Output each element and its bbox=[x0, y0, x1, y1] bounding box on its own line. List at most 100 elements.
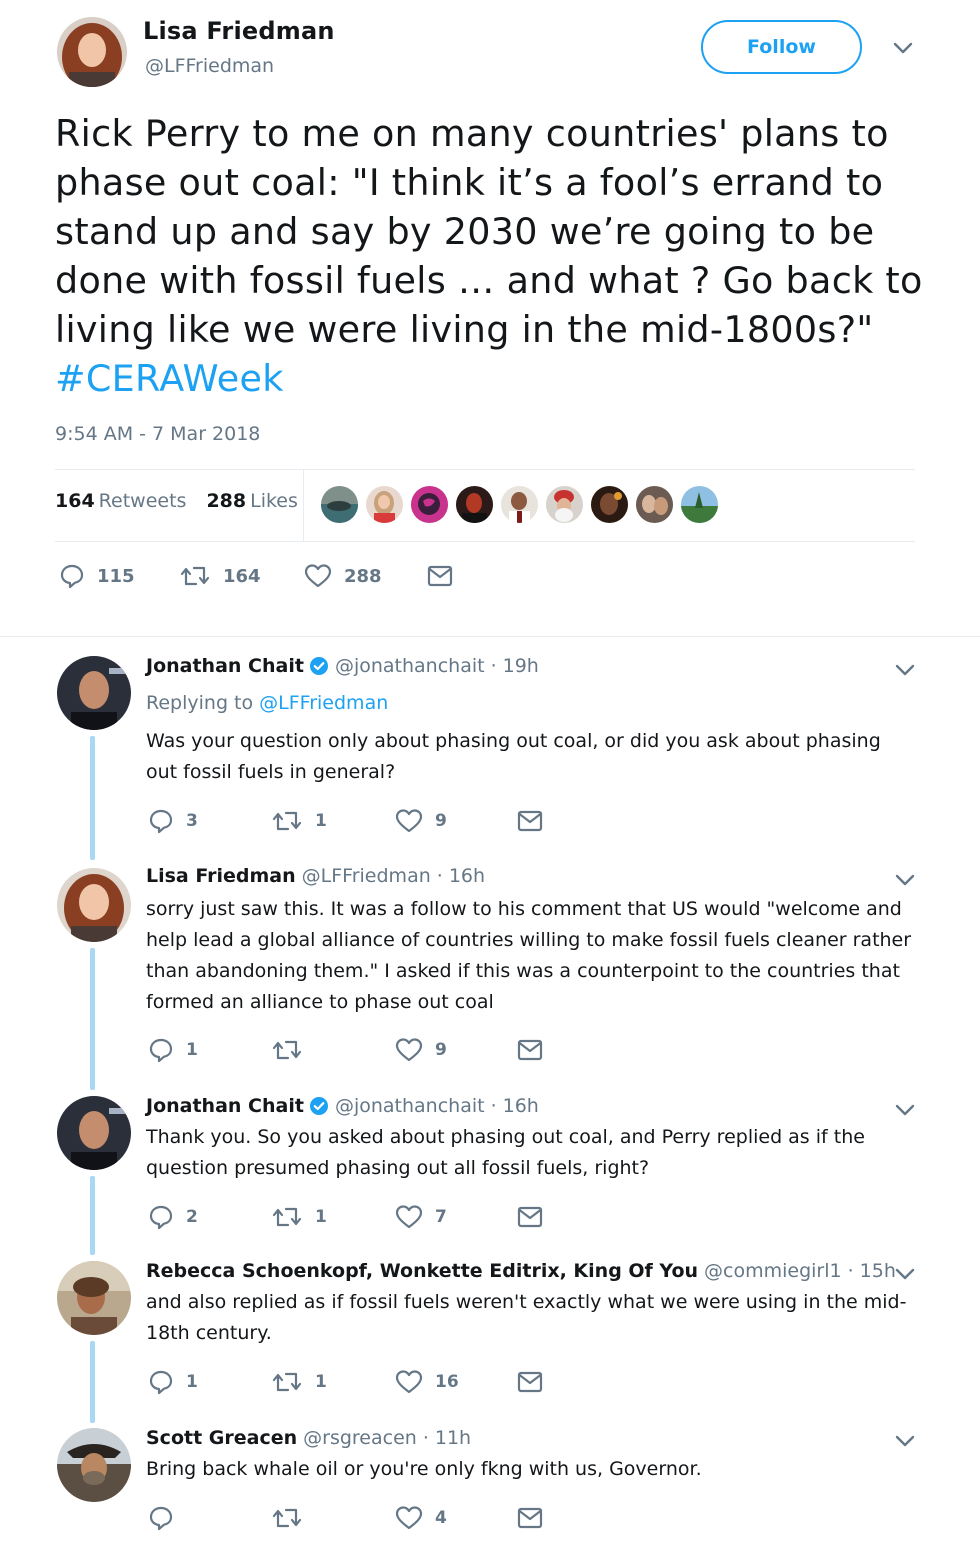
envelope-icon[interactable] bbox=[517, 1038, 543, 1062]
liker-avatar[interactable] bbox=[366, 486, 403, 523]
reply-author-handle[interactable]: @jonathanchait bbox=[335, 655, 485, 677]
likes-stat[interactable]: 288 Likes bbox=[206, 490, 297, 512]
retweet-count: 1 bbox=[315, 1207, 327, 1227]
liker-avatar[interactable] bbox=[636, 486, 673, 523]
reply-header: Jonathan Chait @jonathanchait · 19h bbox=[146, 655, 539, 677]
chevron-down-icon[interactable] bbox=[895, 1267, 915, 1281]
divider bbox=[303, 470, 304, 542]
tweet-stats: 164 Retweets 288 Likes bbox=[55, 490, 298, 512]
like-count: 16 bbox=[435, 1372, 459, 1392]
author-avatar[interactable] bbox=[57, 17, 127, 87]
reply-time[interactable]: 15h bbox=[860, 1260, 896, 1282]
reply-time[interactable]: 19h bbox=[503, 655, 539, 677]
like-button[interactable]: 4 bbox=[395, 1505, 517, 1531]
author-name[interactable]: Lisa Friedman bbox=[143, 17, 335, 45]
reply-header: Rebecca Schoenkopf, Wonkette Editrix, Ki… bbox=[146, 1260, 896, 1282]
reply-author-handle[interactable]: @jonathanchait bbox=[335, 1095, 485, 1117]
chevron-down-icon[interactable] bbox=[895, 663, 915, 677]
reply-icon bbox=[148, 1369, 174, 1395]
heart-icon bbox=[395, 1369, 423, 1395]
hashtag-link[interactable]: #CERAWeek bbox=[55, 357, 284, 400]
reply-time[interactable]: 11h bbox=[435, 1427, 471, 1449]
like-count: 4 bbox=[435, 1508, 447, 1528]
replying-to-link[interactable]: @LFFriedman bbox=[259, 692, 388, 714]
reply-author-name[interactable]: Lisa Friedman bbox=[146, 865, 296, 887]
liker-avatar[interactable] bbox=[456, 486, 493, 523]
reply-button[interactable]: 1 bbox=[148, 1369, 271, 1395]
chevron-down-icon[interactable] bbox=[895, 873, 915, 887]
envelope-icon[interactable] bbox=[517, 809, 543, 833]
envelope-icon[interactable] bbox=[517, 1205, 543, 1229]
reply-author-avatar[interactable] bbox=[57, 868, 131, 942]
reply-author-name[interactable]: Jonathan Chait bbox=[146, 655, 304, 677]
liker-avatar[interactable] bbox=[501, 486, 538, 523]
reply-button[interactable] bbox=[148, 1505, 271, 1531]
reply-tweet[interactable]: Jonathan Chait @jonathanchait · 16h Than… bbox=[0, 1090, 980, 1255]
like-count: 288 bbox=[344, 565, 382, 587]
author-handle[interactable]: @LFFriedman bbox=[145, 55, 274, 77]
reply-button[interactable]: 2 bbox=[148, 1204, 271, 1230]
reply-button[interactable]: 115 bbox=[59, 563, 179, 589]
reply-author-avatar[interactable] bbox=[57, 1261, 131, 1335]
reply-author-name[interactable]: Jonathan Chait bbox=[146, 1095, 304, 1117]
reply-author-name[interactable]: Rebecca Schoenkopf, Wonkette Editrix, Ki… bbox=[146, 1260, 698, 1282]
tweet-timestamp[interactable]: 9:54 AM - 7 Mar 2018 bbox=[55, 423, 260, 445]
tweet-actions: 115 164 288 bbox=[59, 563, 453, 589]
reply-count: 2 bbox=[186, 1207, 198, 1227]
retweet-button[interactable]: 164 bbox=[179, 563, 304, 589]
reply-button[interactable]: 3 bbox=[148, 808, 271, 834]
chevron-down-icon[interactable] bbox=[893, 41, 913, 55]
thread-line bbox=[90, 1341, 95, 1423]
liker-avatar[interactable] bbox=[546, 486, 583, 523]
reply-author-handle[interactable]: @LFFriedman bbox=[302, 865, 431, 887]
separator-dot: · bbox=[490, 655, 497, 677]
reply-time[interactable]: 16h bbox=[449, 865, 485, 887]
retweet-icon bbox=[271, 1204, 303, 1230]
liker-avatar[interactable] bbox=[681, 486, 718, 523]
envelope-icon[interactable] bbox=[517, 1370, 543, 1394]
retweet-button[interactable] bbox=[271, 1505, 395, 1531]
separator-dot: · bbox=[422, 1427, 429, 1449]
retweet-button[interactable]: 1 bbox=[271, 808, 395, 834]
reply-author-avatar[interactable] bbox=[57, 656, 131, 730]
liker-avatar[interactable] bbox=[411, 486, 448, 523]
retweet-icon bbox=[179, 563, 211, 589]
envelope-icon[interactable] bbox=[427, 564, 453, 588]
follow-button[interactable]: Follow bbox=[701, 20, 862, 74]
reply-tweet[interactable]: Scott Greacen @rsgreacen · 11h Bring bac… bbox=[0, 1423, 980, 1542]
like-button[interactable]: 9 bbox=[395, 1037, 517, 1063]
chevron-down-icon[interactable] bbox=[895, 1434, 915, 1448]
reply-author-name[interactable]: Scott Greacen bbox=[146, 1427, 297, 1449]
reply-author-avatar[interactable] bbox=[57, 1428, 131, 1502]
divider bbox=[55, 469, 915, 470]
envelope-icon[interactable] bbox=[517, 1506, 543, 1530]
reply-button[interactable]: 1 bbox=[148, 1037, 271, 1063]
chevron-down-icon[interactable] bbox=[895, 1103, 915, 1117]
like-button[interactable]: 7 bbox=[395, 1204, 517, 1230]
retweet-button[interactable]: 1 bbox=[271, 1369, 395, 1395]
reply-icon bbox=[148, 808, 174, 834]
like-button[interactable]: 288 bbox=[304, 563, 427, 589]
reply-author-handle[interactable]: @commiegirl1 bbox=[704, 1260, 842, 1282]
heart-icon bbox=[395, 1204, 423, 1230]
verified-badge-icon bbox=[309, 656, 329, 676]
reply-author-handle[interactable]: @rsgreacen bbox=[303, 1427, 417, 1449]
retweet-button[interactable]: 1 bbox=[271, 1204, 395, 1230]
like-button[interactable]: 16 bbox=[395, 1369, 517, 1395]
thread-line bbox=[90, 948, 95, 1090]
reply-actions: 1 1 16 bbox=[148, 1369, 543, 1395]
retweet-button[interactable] bbox=[271, 1037, 395, 1063]
reply-tweet[interactable]: Lisa Friedman @LFFriedman · 16h sorry ju… bbox=[0, 860, 980, 1090]
reply-author-avatar[interactable] bbox=[57, 1096, 131, 1170]
reply-tweet[interactable]: Jonathan Chait @jonathanchait · 19h Repl… bbox=[0, 650, 980, 860]
reply-tweet[interactable]: Rebecca Schoenkopf, Wonkette Editrix, Ki… bbox=[0, 1255, 980, 1423]
like-count: 9 bbox=[435, 1040, 447, 1060]
reply-icon bbox=[148, 1037, 174, 1063]
retweets-stat-label: Retweets bbox=[98, 490, 187, 512]
liker-avatar[interactable] bbox=[591, 486, 628, 523]
retweets-stat[interactable]: 164 Retweets bbox=[55, 490, 186, 512]
reply-text: Bring back whale oil or you're only fkng… bbox=[146, 1458, 702, 1480]
like-button[interactable]: 9 bbox=[395, 808, 517, 834]
reply-time[interactable]: 16h bbox=[503, 1095, 539, 1117]
liker-avatar[interactable] bbox=[321, 486, 358, 523]
